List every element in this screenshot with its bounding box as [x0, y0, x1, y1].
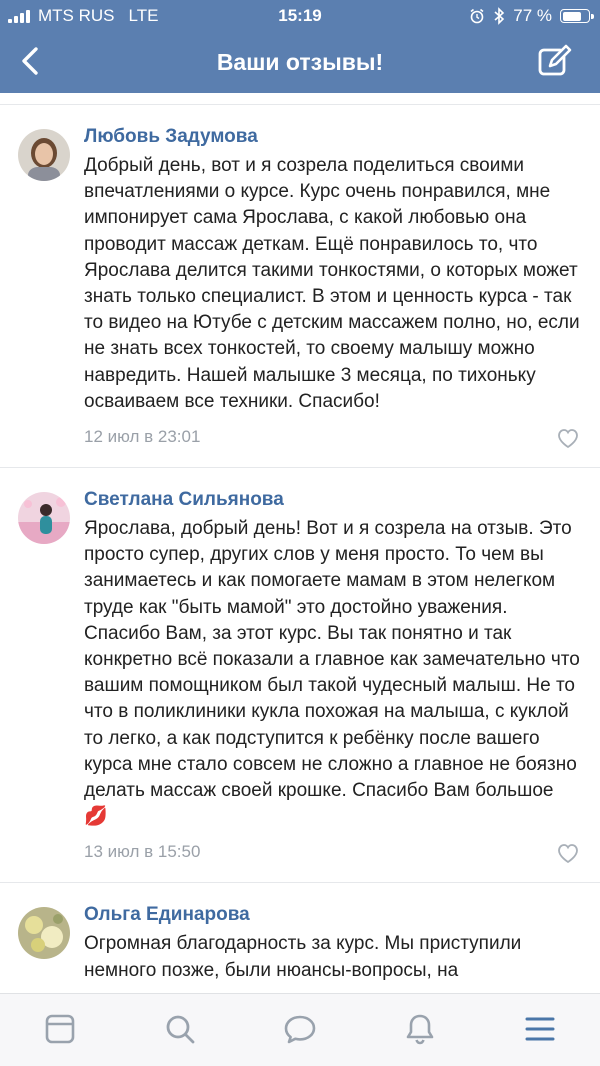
tab-messages[interactable]: [281, 1010, 319, 1048]
avatar[interactable]: [18, 907, 70, 960]
battery-icon: [560, 9, 594, 23]
review-text: Добрый день, вот и я созрела поделиться …: [84, 155, 580, 412]
notifications-icon: [406, 1014, 434, 1045]
review-item: Любовь Задумова Добрый день, вот и я соз…: [0, 105, 600, 469]
battery-percent: 77 %: [513, 6, 552, 25]
feed-divider: [0, 93, 600, 105]
heart-icon[interactable]: [556, 427, 580, 449]
review-author[interactable]: Светлана Сильянова: [84, 488, 580, 512]
status-bar: MTS RUS LTE 15:19 77 %: [0, 0, 600, 32]
tab-search[interactable]: [161, 1010, 199, 1048]
review-author[interactable]: Любовь Задумова: [84, 125, 580, 149]
review-date: 13 июл в 15:50: [84, 842, 201, 862]
tab-notifications[interactable]: [401, 1010, 439, 1048]
review-date: 12 июл в 23:01: [84, 427, 201, 447]
menu-icon: [525, 1017, 555, 1041]
reviews-feed[interactable]: Любовь Задумова Добрый день, вот и я соз…: [0, 93, 600, 993]
review-text: Огромная благодарность за курс. Мы прист…: [84, 933, 522, 981]
alarm-icon: [470, 8, 484, 24]
battery-fill: [562, 11, 581, 21]
heart-icon[interactable]: [556, 842, 580, 864]
messages-icon: [284, 1015, 316, 1044]
review-author[interactable]: Ольга Единарова: [84, 903, 580, 927]
page-title: Ваши отзывы!: [216, 49, 384, 75]
review-item: Светлана Сильянова Ярослава, добрый день…: [0, 468, 600, 884]
tab-bar: [0, 993, 600, 1066]
tab-menu[interactable]: [521, 1010, 559, 1048]
nav-bar: Ваши отзывы!: [0, 32, 600, 93]
feed-icon: [45, 1014, 75, 1044]
search-icon: [166, 1015, 195, 1044]
review-item: Ольга Единарова Огромная благодарность з…: [0, 883, 600, 983]
bluetooth-icon: [494, 7, 505, 25]
compose-icon[interactable]: [536, 44, 572, 80]
tab-feed[interactable]: [41, 1010, 79, 1048]
avatar[interactable]: [18, 492, 70, 545]
avatar[interactable]: [18, 129, 70, 181]
review-text: Ярослава, добрый день! Вот и я созрела н…: [84, 518, 580, 828]
app-header: MTS RUS LTE 15:19 77 % Ваши отзывы!: [0, 0, 600, 93]
